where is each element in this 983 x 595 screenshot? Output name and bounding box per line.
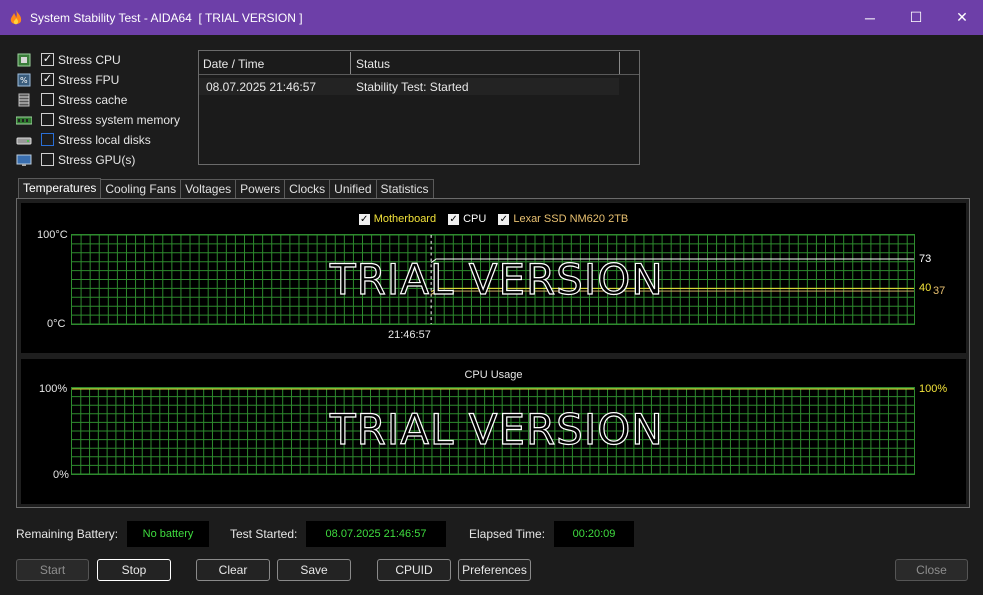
save-button[interactable]: Save — [277, 559, 351, 581]
tab-voltages[interactable]: Voltages — [180, 179, 237, 199]
close-icon: ✕ — [956, 9, 968, 25]
cpuid-button[interactable]: CPUID — [377, 559, 451, 581]
legend-cpu-label: CPU — [463, 213, 487, 225]
maximize-button[interactable]: ☐ — [893, 0, 939, 35]
clear-button[interactable]: Clear — [196, 559, 270, 581]
log-column-divider[interactable] — [350, 52, 351, 74]
legend-ssd-checkbox[interactable]: ✓ — [498, 213, 510, 225]
legend-motherboard-label: Motherboard — [373, 213, 437, 225]
cpu-usage-graph: CPU Usage 100% 0% TRIAL VERSION 100% — [21, 359, 966, 504]
log-header: Date / Time Status — [199, 51, 639, 75]
test-started-label: Test Started: — [230, 527, 298, 541]
close-window-button[interactable]: ✕ — [939, 0, 983, 35]
log-row-status: Stability Test: Started — [356, 80, 469, 94]
svg-text:%: % — [20, 76, 28, 85]
stress-cpu-option[interactable]: ✓ Stress CPU — [16, 50, 196, 70]
usage-axis-min: 0% — [53, 469, 69, 481]
stress-options: ✓ Stress CPU % ✓ Stress FPU Stress cache… — [16, 50, 196, 170]
motherboard-temp-value: 40 — [919, 282, 932, 294]
cpu-icon — [17, 53, 31, 67]
cpu-usage-title: CPU Usage — [464, 369, 523, 381]
stress-gpu-option[interactable]: Stress GPU(s) — [16, 150, 196, 170]
battery-label: Remaining Battery: — [16, 527, 119, 541]
title-bar: System Stability Test - AIDA64 [ TRIAL V… — [0, 0, 983, 35]
minimize-button[interactable]: ─ — [847, 0, 893, 35]
tab-clocks[interactable]: Clocks — [284, 179, 331, 199]
legend-motherboard[interactable]: ✓ Motherboard — [358, 213, 437, 225]
gpu-icon — [16, 154, 32, 166]
stress-disks-option[interactable]: Stress local disks — [16, 130, 196, 150]
stress-fpu-checkbox[interactable]: ✓ — [41, 73, 54, 86]
stress-cache-option[interactable]: Stress cache — [16, 90, 196, 110]
stress-cpu-label: Stress CPU — [58, 53, 121, 67]
cpu-usage-value: 100% — [919, 383, 948, 395]
start-button[interactable]: Start — [16, 559, 89, 581]
stress-memory-label: Stress system memory — [58, 113, 181, 127]
temp-time-label: 21:46:57 — [388, 329, 431, 341]
stop-button[interactable]: Stop — [97, 559, 171, 581]
cpu-temp-value: 73 — [919, 253, 932, 265]
log-header-status[interactable]: Status — [356, 57, 390, 71]
stress-cache-label: Stress cache — [58, 93, 128, 107]
test-started-value: 08.07.2025 21:46:57 — [306, 521, 446, 547]
log-column-divider[interactable] — [619, 52, 620, 74]
aida64-flame-icon — [10, 10, 22, 25]
stress-memory-option[interactable]: Stress system memory — [16, 110, 196, 130]
legend-cpu-checkbox[interactable]: ✓ — [448, 213, 460, 225]
elapsed-time-label: Elapsed Time: — [469, 527, 546, 541]
preferences-button[interactable]: Preferences — [458, 559, 531, 581]
temp-axis-max: 100°C — [37, 229, 68, 241]
usage-axis-max: 100% — [39, 383, 68, 395]
log-row[interactable]: 08.07.2025 21:46:57 Stability Test: Star… — [199, 78, 619, 95]
temp-axis-min: 0°C — [47, 318, 66, 330]
legend-motherboard-checkbox[interactable]: ✓ — [358, 213, 370, 225]
tab-statistics[interactable]: Statistics — [375, 179, 434, 199]
stress-fpu-label: Stress FPU — [58, 73, 120, 87]
stress-cache-checkbox[interactable] — [41, 93, 54, 106]
stress-memory-checkbox[interactable] — [41, 113, 54, 126]
graph-panel: ✓ Motherboard ✓ CPU ✓ Lexar SSD NM620 2T… — [16, 198, 970, 508]
stress-cpu-checkbox[interactable]: ✓ — [41, 53, 54, 66]
elapsed-time-value: 00:20:09 — [554, 521, 634, 547]
log-row-datetime: 08.07.2025 21:46:57 — [206, 80, 317, 94]
stress-gpu-checkbox[interactable] — [41, 153, 54, 166]
window-title: System Stability Test - AIDA64 [ TRIAL V… — [30, 11, 303, 25]
status-log[interactable]: Date / Time Status 08.07.2025 21:46:57 S… — [198, 50, 640, 165]
close-button[interactable]: Close — [895, 559, 968, 581]
trial-watermark: TRIAL VERSION — [329, 254, 664, 304]
tab-unified[interactable]: Unified — [329, 179, 377, 199]
minimize-icon: ─ — [865, 9, 875, 26]
maximize-icon: ☐ — [909, 9, 923, 25]
graph-tabs: Temperatures Cooling Fans Voltages Power… — [18, 178, 434, 200]
memory-icon — [16, 116, 32, 125]
legend-ssd[interactable]: ✓ Lexar SSD NM620 2TB — [498, 213, 628, 225]
stress-gpu-label: Stress GPU(s) — [58, 153, 136, 167]
trial-watermark: TRIAL VERSION — [329, 404, 664, 454]
log-header-datetime[interactable]: Date / Time — [203, 57, 264, 71]
cache-icon — [18, 93, 30, 107]
legend-ssd-label: Lexar SSD NM620 2TB — [513, 213, 629, 225]
legend-cpu[interactable]: ✓ CPU — [448, 213, 486, 225]
fpu-icon: % — [17, 73, 31, 87]
battery-value: No battery — [127, 521, 209, 547]
tab-temperatures[interactable]: Temperatures — [18, 178, 102, 200]
tab-powers[interactable]: Powers — [235, 179, 286, 199]
temperature-legend: ✓ Motherboard ✓ CPU ✓ Lexar SSD NM620 2T… — [21, 213, 966, 225]
stress-disks-label: Stress local disks — [58, 133, 151, 147]
temperature-graph: ✓ Motherboard ✓ CPU ✓ Lexar SSD NM620 2T… — [21, 203, 966, 353]
tab-cooling-fans[interactable]: Cooling Fans — [100, 179, 182, 199]
ssd-temp-value: 37 — [933, 285, 946, 297]
stress-fpu-option[interactable]: % ✓ Stress FPU — [16, 70, 196, 90]
stress-disks-checkbox[interactable] — [41, 133, 54, 146]
disk-icon — [16, 137, 32, 145]
